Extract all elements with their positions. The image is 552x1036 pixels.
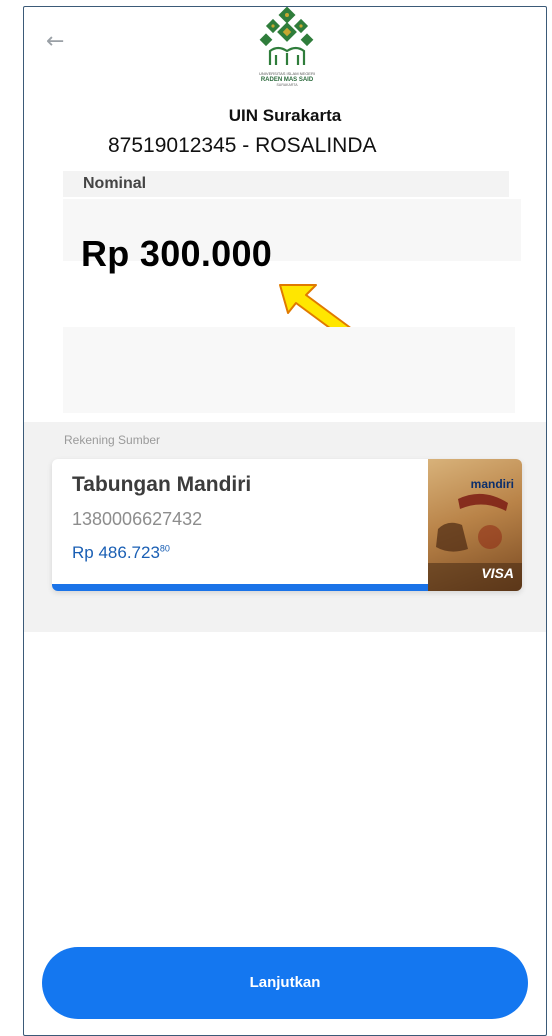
card-balance: Rp 486.72380: [72, 543, 170, 563]
source-account-label: Rekening Sumber: [64, 433, 161, 447]
faint-field-area: [63, 327, 515, 413]
visa-logo: VISA: [481, 565, 514, 581]
logo-line-3: SURAKARTA: [276, 83, 298, 87]
mandiri-brand: mandiri: [470, 477, 514, 491]
back-arrow-icon[interactable]: ←: [46, 29, 64, 54]
source-account-card[interactable]: Tabungan Mandiri 1380006627432 Rp 486.72…: [52, 459, 522, 591]
university-logo: UNIVERSITAS ISLAM NEGERI RADEN MAS SAID …: [240, 7, 334, 97]
card-account-number: 1380006627432: [72, 509, 203, 529]
debit-card-image: mandiri VISA: [428, 459, 522, 591]
card-account-name: Tabungan Mandiri: [72, 473, 252, 496]
institution-name: UIN Surakarta: [228, 106, 342, 125]
nominal-label: Nominal: [83, 175, 147, 192]
card-balance-cents: 80: [159, 543, 170, 554]
card-selected-indicator: [52, 584, 428, 591]
nominal-amount: Rp 300.000: [81, 233, 273, 274]
logo-line-1: UNIVERSITAS ISLAM NEGERI: [259, 71, 315, 76]
continue-button[interactable]: Lanjutkan: [42, 947, 528, 1019]
phone-screen: ← UNIVERSITAS ISLAM NEGERI RADEN MAS SAI…: [23, 6, 547, 1036]
account-line: 87519012345 - ROSALINDA: [108, 134, 377, 157]
card-balance-main: Rp 486.723: [72, 543, 160, 562]
